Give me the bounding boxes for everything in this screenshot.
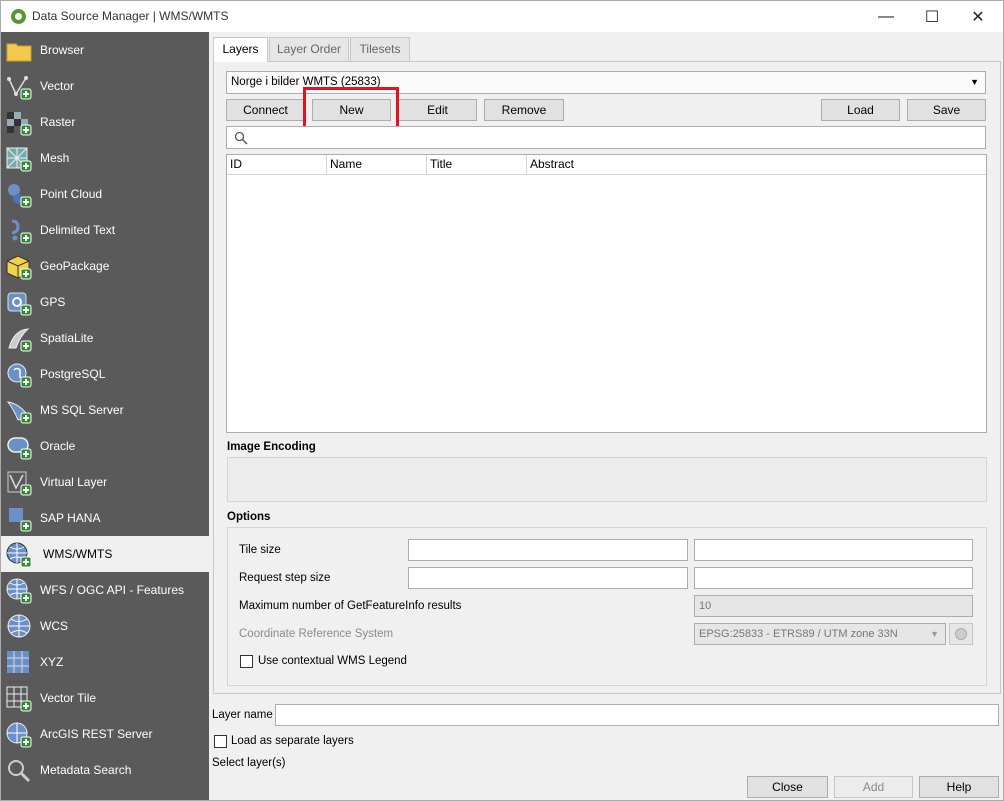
sidebar-item-metadata-search[interactable]: Metadata Search [1, 752, 209, 788]
layer-name-input[interactable] [275, 704, 999, 726]
crs-select-value: EPSG:25833 - ETRS89 / UTM zone 33N [699, 628, 898, 640]
load-button[interactable]: Load [821, 99, 900, 121]
sidebar-item-wcs[interactable]: WCS [1, 608, 209, 644]
tile-height-input[interactable] [694, 539, 973, 561]
search-input[interactable] [226, 126, 986, 149]
sidebar-item-vector-tile[interactable]: Vector Tile [1, 680, 209, 716]
select-layers-label: Select layer(s) [212, 757, 286, 769]
point-cloud-icon [8, 184, 32, 208]
sidebar-item-spatialite[interactable]: SpatiaLite [1, 320, 209, 356]
sidebar-item-vector[interactable]: Vector [1, 68, 209, 104]
sidebar-item-delimited-text[interactable]: Delimited Text [1, 212, 209, 248]
sidebar-item-xyz[interactable]: XYZ [1, 644, 209, 680]
source-sidebar: Browser Vector Raster Mesh Point Cloud D… [1, 32, 209, 800]
step-height-input[interactable] [694, 567, 973, 589]
wfs-icon [6, 578, 32, 604]
max-getfeatureinfo-label: Maximum number of GetFeatureInfo results [239, 600, 462, 612]
wcs-icon [7, 614, 31, 638]
crs-select[interactable]: EPSG:25833 - ETRS89 / UTM zone 33N ▼ [694, 623, 946, 645]
search-icon [234, 131, 248, 145]
geopackage-icon [6, 255, 32, 280]
oracle-icon [7, 437, 32, 460]
save-button[interactable]: Save [907, 99, 986, 121]
mssql-icon [6, 401, 32, 424]
contextual-legend-checkbox[interactable] [240, 655, 253, 668]
connect-button[interactable]: Connect [226, 99, 305, 121]
image-encoding-heading: Image Encoding [227, 441, 316, 453]
crs-label: Coordinate Reference System [239, 628, 394, 640]
crs-selector-button[interactable] [949, 623, 973, 645]
sidebar-item-ms-sql-server[interactable]: MS SQL Server [1, 392, 209, 428]
sidebar-item-browser[interactable]: Browser [1, 32, 209, 68]
sidebar-item-wms-wmts[interactable]: WMS/WMTS [1, 536, 209, 572]
column-header-id[interactable]: ID [227, 155, 327, 175]
data-source-manager-window: Data Source Manager | WMS/WMTS — ☐ ✕ Bro… [0, 0, 1004, 801]
sidebar-item-wfs[interactable]: WFS / OGC API - Features [1, 572, 209, 608]
xyz-icon [7, 651, 29, 673]
wms-icon [6, 542, 32, 568]
tile-size-label: Tile size [239, 544, 281, 556]
contextual-legend-label: Use contextual WMS Legend [258, 655, 407, 667]
layer-table[interactable]: ID Name Title Abstract [226, 154, 987, 433]
window-title: Data Source Manager | WMS/WMTS [32, 9, 229, 23]
add-button[interactable]: Add [834, 776, 913, 798]
raster-icon [7, 112, 32, 136]
spatialite-icon [8, 328, 32, 352]
minimize-button[interactable]: — [863, 1, 909, 32]
sidebar-item-raster[interactable]: Raster [1, 104, 209, 140]
qgis-logo-icon [11, 9, 26, 24]
table-header: ID Name Title Abstract [227, 155, 986, 175]
sidebar-item-oracle[interactable]: Oracle [1, 428, 209, 464]
close-window-button[interactable]: ✕ [955, 1, 1001, 32]
request-step-size-label: Request step size [239, 572, 331, 584]
arcgis-icon [6, 722, 32, 748]
globe-icon [955, 628, 967, 640]
column-header-title[interactable]: Title [427, 155, 527, 175]
vector-icon [7, 76, 32, 100]
sidebar-item-virtual-layer[interactable]: Virtual Layer [1, 464, 209, 500]
highlight-box [303, 87, 399, 131]
sidebar-item-gps[interactable]: GPS [1, 284, 209, 320]
sidebar-item-geopackage[interactable]: GeoPackage [1, 248, 209, 284]
vector-tile-icon [6, 686, 32, 712]
sidebar-item-postgresql[interactable]: PostgreSQL [1, 356, 209, 392]
title-bar: Data Source Manager | WMS/WMTS — ☐ ✕ [1, 1, 1003, 32]
sidebar-item-sap-hana[interactable]: SAP HANA [1, 500, 209, 536]
tab-layer-order[interactable]: Layer Order [269, 37, 349, 61]
sap-hana-icon [9, 508, 32, 532]
column-header-abstract[interactable]: Abstract [527, 155, 986, 175]
postgresql-icon [7, 363, 32, 388]
help-button[interactable]: Help [919, 776, 999, 798]
gps-icon [7, 292, 32, 316]
delimited-text-icon [11, 219, 32, 244]
tab-layers[interactable]: Layers [213, 37, 268, 62]
load-separate-label: Load as separate layers [231, 735, 354, 747]
chevron-down-icon: ▼ [930, 629, 939, 639]
sidebar-item-mesh[interactable]: Mesh [1, 140, 209, 176]
folder-icon [6, 43, 32, 62]
remove-button[interactable]: Remove [484, 99, 564, 121]
layer-name-label: Layer name [212, 709, 273, 721]
metadata-search-icon [8, 760, 31, 783]
chevron-down-icon: ▼ [970, 77, 979, 87]
close-button[interactable]: Close [747, 776, 828, 798]
maximize-button[interactable]: ☐ [909, 1, 955, 32]
sidebar-item-point-cloud[interactable]: Point Cloud [1, 176, 209, 212]
load-separate-checkbox[interactable] [214, 735, 227, 748]
sidebar-item-arcgis-rest-server[interactable]: ArcGIS REST Server [1, 716, 209, 752]
column-header-name[interactable]: Name [327, 155, 427, 175]
edit-button[interactable]: Edit [398, 99, 477, 121]
step-width-input[interactable] [408, 567, 688, 589]
tile-width-input[interactable] [408, 539, 688, 561]
mesh-icon [6, 147, 32, 172]
max-getfeatureinfo-input[interactable]: 10 [694, 595, 973, 617]
tab-tilesets[interactable]: Tilesets [350, 37, 410, 61]
image-encoding-group [227, 457, 987, 502]
options-heading: Options [227, 511, 271, 523]
virtual-layer-icon [7, 471, 32, 496]
